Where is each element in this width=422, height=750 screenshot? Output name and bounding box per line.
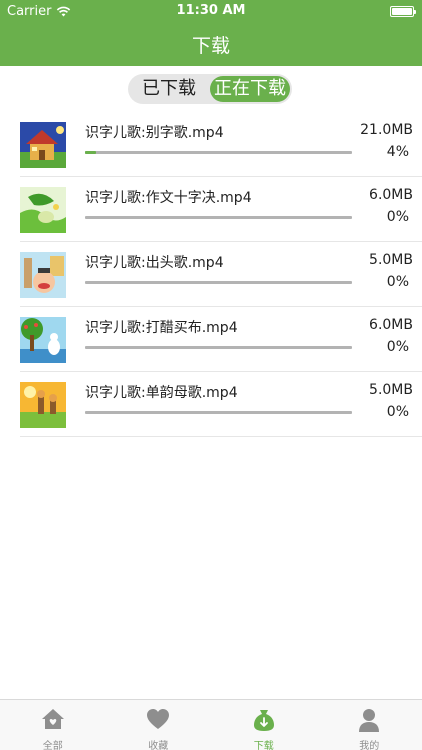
tab-all[interactable]: 全部 — [0, 700, 106, 750]
video-title: 识字儿歌:别字歌.mp4 — [85, 125, 224, 141]
tab-label: 收藏 — [148, 741, 169, 750]
tab-downloads[interactable]: 下载 — [211, 700, 317, 750]
person-icon — [359, 709, 380, 732]
download-percent: 0% — [386, 274, 409, 290]
video-thumbnail — [20, 122, 66, 168]
tab-bar: 全部 收藏 下载 我的 — [0, 699, 422, 750]
list-item[interactable]: 识字儿歌:单韵母歌.mp4 5.0MB 0% — [20, 372, 422, 437]
tab-profile[interactable]: 我的 — [317, 700, 422, 750]
download-progress-bar — [85, 281, 352, 284]
video-title: 识字儿歌:出头歌.mp4 — [85, 255, 224, 271]
download-status-segmented-control: 已下载 正在下载 — [128, 74, 292, 104]
video-thumbnail — [20, 317, 66, 363]
file-size: 5.0MB — [369, 382, 413, 398]
list-item[interactable]: 识字儿歌:别字歌.mp4 21.0MB 4% — [20, 112, 422, 177]
progress-fill — [85, 151, 96, 154]
download-bag-icon — [253, 710, 274, 731]
download-percent: 0% — [386, 339, 409, 355]
file-size: 6.0MB — [369, 317, 413, 333]
clock: 11:30 AM — [176, 3, 246, 18]
page-title: 下载 — [191, 35, 230, 57]
navigation-bar: 下载 — [0, 22, 422, 66]
download-percent: 4% — [386, 144, 409, 160]
list-item[interactable]: 识字儿歌:作文十字决.mp4 6.0MB 0% — [20, 177, 422, 242]
video-title: 识字儿歌:打醋买布.mp4 — [85, 320, 238, 336]
download-list: 识字儿歌:别字歌.mp4 21.0MB 4% 识字儿歌:作文十字决.mp4 6.… — [20, 112, 422, 437]
file-size: 6.0MB — [369, 187, 413, 203]
video-thumbnail — [20, 187, 66, 233]
video-title: 识字儿歌:作文十字决.mp4 — [85, 190, 252, 206]
home-icon — [41, 709, 64, 729]
tab-label: 我的 — [359, 741, 380, 750]
battery-icon — [390, 6, 416, 17]
segment-downloading[interactable]: 正在下载 — [210, 76, 290, 102]
download-progress-bar — [85, 411, 352, 414]
tab-favorites[interactable]: 收藏 — [106, 700, 212, 750]
download-progress-bar — [85, 216, 352, 219]
status-bar: Carrier 11:30 AM — [0, 0, 422, 22]
file-size: 5.0MB — [369, 252, 413, 268]
video-thumbnail — [20, 252, 66, 298]
list-item[interactable]: 识字儿歌:出头歌.mp4 5.0MB 0% — [20, 242, 422, 307]
segment-downloaded[interactable]: 已下载 — [128, 74, 210, 104]
list-item[interactable]: 识字儿歌:打醋买布.mp4 6.0MB 0% — [20, 307, 422, 372]
video-thumbnail — [20, 382, 66, 428]
download-percent: 0% — [386, 209, 409, 225]
download-percent: 0% — [386, 404, 409, 420]
heart-icon — [147, 709, 170, 729]
tab-label: 全部 — [42, 741, 63, 750]
download-progress-bar — [85, 346, 352, 349]
video-title: 识字儿歌:单韵母歌.mp4 — [85, 385, 238, 401]
download-progress-bar — [85, 151, 352, 154]
tab-label: 下载 — [253, 741, 274, 750]
file-size: 21.0MB — [360, 122, 413, 138]
